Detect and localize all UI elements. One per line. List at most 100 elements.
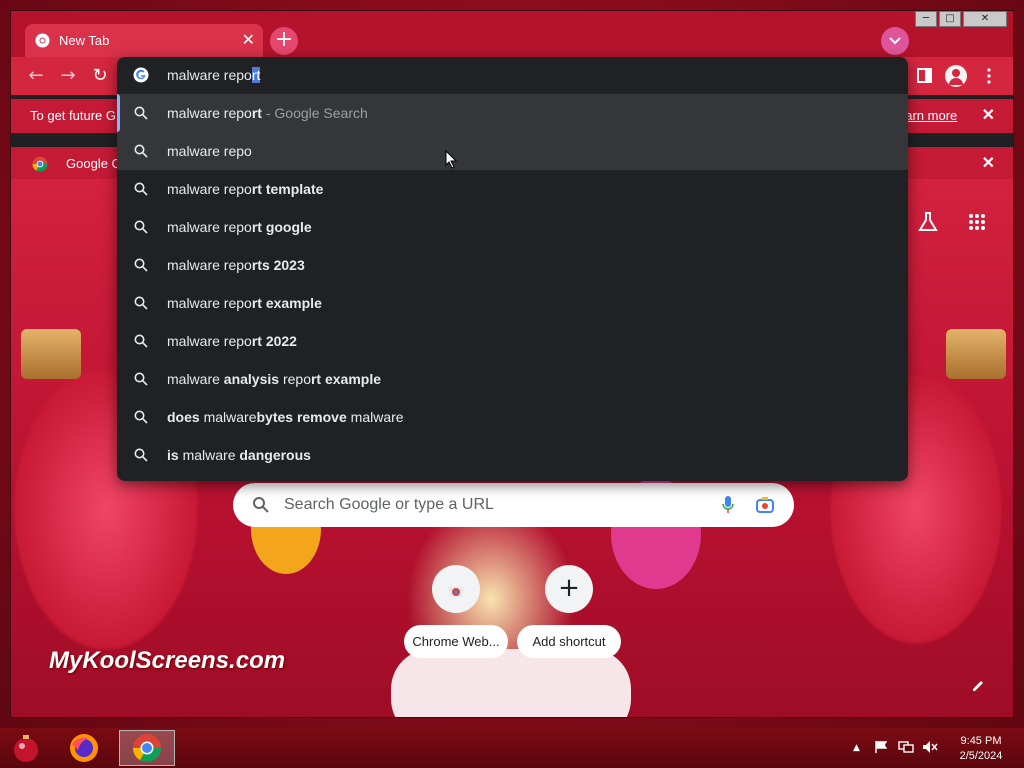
suggestion-text-part: rts 2023 <box>251 257 305 273</box>
suggestion-text: malware report example <box>167 295 322 311</box>
default-browser-infobar-close-icon[interactable]: ✕ <box>982 153 995 173</box>
tab-search-button[interactable] <box>881 27 909 55</box>
omnibox-suggestion[interactable]: does malwarebytes remove malware <box>117 398 908 436</box>
tab-strip: New Tab ✕ + ─ □ ✕ <box>11 11 1013 57</box>
suggestion-text-part: rt <box>251 105 262 121</box>
omnibox-suggestion[interactable]: malware report 2022 <box>117 322 908 360</box>
suggestion-text-part: repo <box>282 371 311 387</box>
taskbar-chrome[interactable] <box>119 730 175 766</box>
watermark-text: MyKoolScreens.com <box>49 647 286 674</box>
desktop: New Tab ✕ + ─ □ ✕ ← → ↻ To get future G … <box>0 0 1024 768</box>
omnibox-suggestion[interactable]: malware report template <box>117 170 908 208</box>
labs-flask-icon[interactable] <box>917 211 939 233</box>
chevron-down-icon <box>889 37 901 45</box>
side-panel-icon[interactable] <box>917 68 932 83</box>
update-infobar-close-icon[interactable]: ✕ <box>982 105 995 125</box>
omnibox-dropdown: malware report malware report - Google S… <box>117 57 908 481</box>
window-controls: ─ □ ✕ <box>915 11 1007 27</box>
voice-search-icon[interactable] <box>721 495 735 515</box>
suggestion-text-part: malware repo <box>167 105 252 121</box>
new-tab-button[interactable]: + <box>270 27 298 55</box>
suggestion-text-part: is <box>167 447 183 463</box>
chrome-icon <box>133 734 161 762</box>
close-window-button[interactable]: ✕ <box>963 11 1007 27</box>
omnibox-suggestion[interactable]: malware analysis report example <box>117 360 908 398</box>
omnibox-suggestion[interactable]: malware repo <box>117 132 908 170</box>
suggestion-text-part: malware repo <box>167 143 252 159</box>
suggestion-text-part: rt google <box>251 219 312 235</box>
taskbar-clock[interactable]: 9:45 PM 2/5/2024 <box>950 734 1012 764</box>
omnibox-suggestion[interactable]: is malware dangerous <box>117 436 908 474</box>
taskbar-firefox[interactable] <box>58 730 114 766</box>
tray-expand-icon[interactable]: ▲ <box>853 743 860 753</box>
update-infobar-text: To get future G <box>30 108 116 123</box>
suggestion-text: malware report template <box>167 181 323 197</box>
omnibox-suggestion[interactable]: malware report example <box>117 284 908 322</box>
suggestion-text-part: malware repo <box>167 333 252 349</box>
suggestion-source: - Google Search <box>261 105 368 121</box>
chrome-icon <box>35 33 50 48</box>
add-shortcut-button[interactable]: + Add shortcut <box>517 565 621 675</box>
selected-indicator <box>117 94 120 132</box>
taskbar: ▲ 9:45 PM 2/5/2024 <box>0 728 1024 768</box>
suggestion-text: malware report - Google Search <box>167 105 368 121</box>
suggestion-text: malware analysis report example <box>167 371 381 387</box>
suggestion-text-part: malware <box>350 409 404 425</box>
ntp-search-box[interactable]: Search Google or type a URL <box>233 483 794 527</box>
omnibox-suggestion[interactable]: malware reports 2023 <box>117 246 908 284</box>
customize-pencil-icon[interactable] <box>971 679 985 693</box>
suggestion-text: malware report 2022 <box>167 333 297 349</box>
suggestion-text-part: malware repo <box>167 257 252 273</box>
start-button-ornament-icon[interactable] <box>10 732 42 764</box>
suggestion-text-part: malware <box>182 447 240 463</box>
search-icon <box>134 448 148 462</box>
address-bar-input[interactable]: malware report <box>117 57 908 94</box>
back-button[interactable]: ← <box>25 65 47 87</box>
suggestion-text-part: bytes remove <box>256 409 351 425</box>
chrome-window: New Tab ✕ + ─ □ ✕ ← → ↻ To get future G … <box>10 10 1014 718</box>
suggestion-text: does malwarebytes remove malware <box>167 409 404 425</box>
firefox-icon <box>70 734 98 762</box>
google-lens-icon[interactable] <box>755 495 775 515</box>
google-apps-icon[interactable] <box>968 213 986 231</box>
chrome-icon <box>32 156 48 172</box>
suggestion-text-part: dangerous <box>239 447 311 463</box>
search-icon <box>134 334 148 348</box>
chrome-web-store-icon <box>448 587 464 597</box>
suggestion-text-part: malware repo <box>167 181 252 197</box>
address-bar-text: malware report <box>167 67 261 83</box>
network-icon[interactable] <box>898 740 914 754</box>
suggestion-text-part: does <box>167 409 204 425</box>
suggestion-text-part: malware <box>203 409 257 425</box>
omnibox-suggestion[interactable]: malware report google <box>117 208 908 246</box>
profile-avatar[interactable] <box>945 65 967 87</box>
search-icon <box>134 258 148 272</box>
search-icon <box>134 410 148 424</box>
default-browser-infobar-text: Google C <box>66 156 121 171</box>
clock-date: 2/5/2024 <box>959 750 1003 762</box>
suggestion-text: malware report google <box>167 219 312 235</box>
forward-button[interactable]: → <box>57 65 79 87</box>
omnibox-suggestion[interactable]: malware report - Google Search <box>117 94 908 132</box>
search-icon <box>134 220 148 234</box>
suggestion-text-part: rt example <box>310 371 382 387</box>
reload-button[interactable]: ↻ <box>89 65 111 87</box>
suggestion-text-part: rt template <box>251 181 324 197</box>
shortcut-chrome-web-store[interactable]: Chrome Web... <box>404 565 508 675</box>
maximize-button[interactable]: □ <box>939 11 961 27</box>
search-icon <box>134 106 148 120</box>
suggestion-text-part: rt example <box>251 295 322 311</box>
shortcut-label: Add shortcut <box>517 625 621 658</box>
shortcut-icon-bg <box>432 565 480 613</box>
suggestion-text-part: malware repo <box>167 295 252 311</box>
volume-muted-icon[interactable] <box>922 740 938 754</box>
minimize-button[interactable]: ─ <box>915 11 937 27</box>
action-center-flag-icon[interactable] <box>874 740 888 754</box>
tab-new-tab[interactable]: New Tab ✕ <box>25 24 263 57</box>
menu-kebab-icon[interactable] <box>986 68 992 84</box>
suggestion-text: is malware dangerous <box>167 447 311 463</box>
ntp-search-placeholder: Search Google or type a URL <box>284 496 494 513</box>
suggestion-text: malware repo <box>167 143 252 159</box>
clock-time: 9:45 PM <box>960 735 1002 747</box>
tab-close-icon[interactable]: ✕ <box>242 30 255 49</box>
